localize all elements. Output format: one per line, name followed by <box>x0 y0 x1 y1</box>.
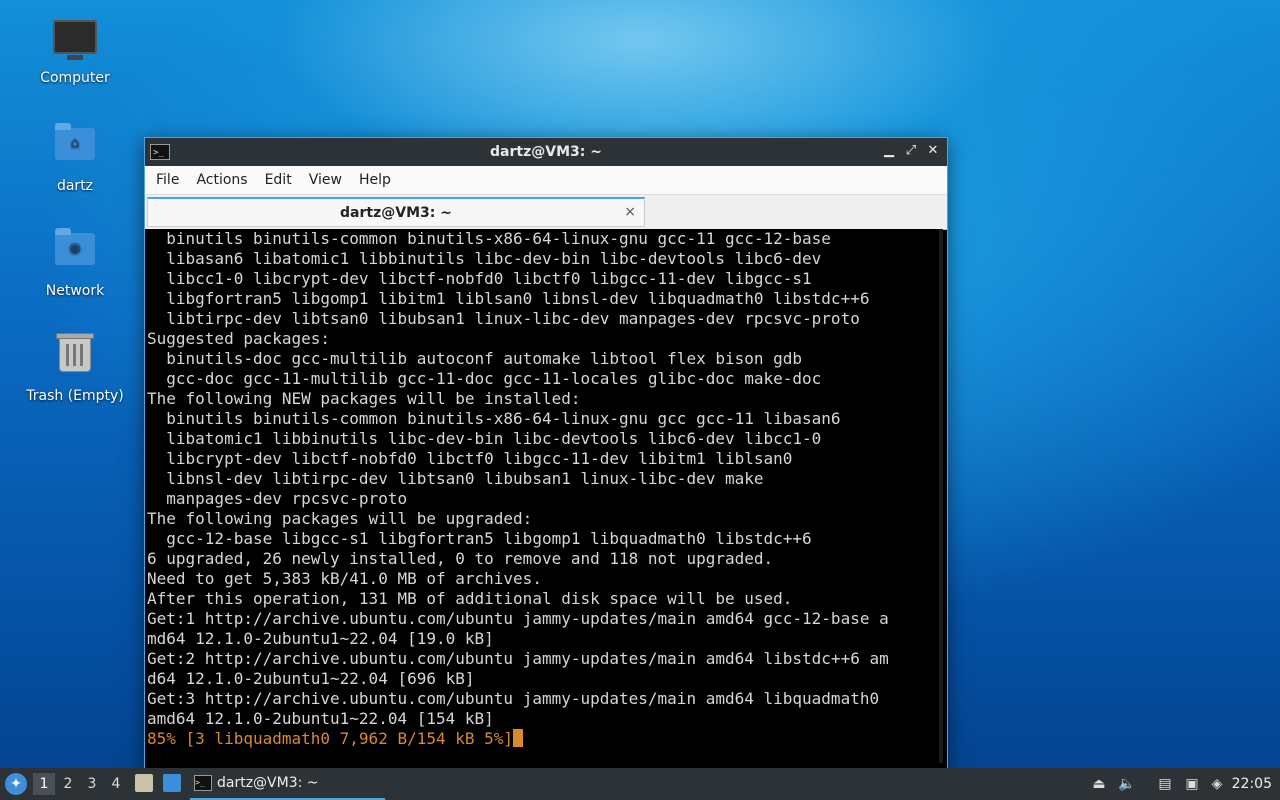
workspace-2[interactable]: 2 <box>57 773 79 795</box>
desktop-icon-label: Computer <box>40 70 110 86</box>
file-manager-icon[interactable] <box>135 774 153 792</box>
home-folder-icon: ⌂ <box>53 123 97 172</box>
workspace-4[interactable]: 4 <box>105 773 127 795</box>
tab-bar: dartz@VM3: ~ × <box>145 195 947 230</box>
terminal-app-icon[interactable]: >_ <box>150 144 170 160</box>
menu-help[interactable]: Help <box>352 172 398 188</box>
terminal-line: binutils binutils-common binutils-x86-64… <box>147 409 841 428</box>
desktop-icon-label: Trash (Empty) <box>26 388 124 404</box>
task-label: dartz@VM3: ~ <box>217 775 319 791</box>
text-cursor <box>513 729 524 747</box>
computer-icon <box>53 20 97 64</box>
desktop-icon-computer[interactable]: Computer <box>15 16 135 86</box>
terminal-line: Get:3 http://archive.ubuntu.com/ubuntu j… <box>147 689 880 708</box>
desktop-icon-home[interactable]: ⌂ dartz <box>15 120 135 194</box>
network-folder-icon: ◉ <box>53 228 97 277</box>
terminal-line: libasan6 libatomic1 libbinutils libc-dev… <box>147 249 822 268</box>
task-button-terminal[interactable]: >_ dartz@VM3: ~ <box>190 768 385 800</box>
terminal-line: The following NEW packages will be insta… <box>147 389 581 408</box>
terminal-line: gcc-doc gcc-11-multilib gcc-11-doc gcc-1… <box>147 369 822 388</box>
terminal-line: manpages-dev rpcsvc-proto <box>147 489 408 508</box>
volume-icon[interactable]: 🔈 <box>1118 775 1136 793</box>
terminal-line: 6 upgraded, 26 newly installed, 0 to rem… <box>147 549 774 568</box>
terminal-line: libatomic1 libbinutils libc-dev-bin libc… <box>147 429 822 448</box>
terminal-line: gcc-12-base libgcc-s1 libgfortran5 libgo… <box>147 529 812 548</box>
terminal-line: binutils binutils-common binutils-x86-64… <box>147 229 831 248</box>
clipboard-icon[interactable]: ▤ <box>1156 775 1174 793</box>
window-title: dartz@VM3: ~ <box>490 144 602 160</box>
terminal-line: Get:1 http://archive.ubuntu.com/ubuntu j… <box>147 609 889 628</box>
workspace-1[interactable]: 1 <box>33 773 55 795</box>
network-icon[interactable]: ▣ <box>1183 775 1201 793</box>
update-notifier-icon[interactable]: ◈ <box>1208 775 1226 793</box>
terminal-line: libcc1-0 libcrypt-dev libctf-nobfd0 libc… <box>147 269 812 288</box>
menu-actions[interactable]: Actions <box>189 172 254 188</box>
terminal-line: libtirpc-dev libtsan0 libubsan1 linux-li… <box>147 309 860 328</box>
terminal-line: md64 12.1.0-2ubuntu1~22.04 [19.0 kB] <box>147 629 494 648</box>
tab-terminal[interactable]: dartz@VM3: ~ × <box>147 197 645 227</box>
menu-view[interactable]: View <box>302 172 349 188</box>
maximize-icon[interactable]: ⤢ <box>903 143 919 159</box>
progress-text: 85% [3 libquadmath0 7,962 B/154 kB 5%] <box>147 729 514 748</box>
terminal-window[interactable]: >_ dartz@VM3: ~ ▁ ⤢ ✕ File Actions Edit … <box>144 137 948 769</box>
desktop-icon-network[interactable]: ◉ Network <box>15 225 135 299</box>
terminal-output[interactable]: binutils binutils-common binutils-x86-64… <box>145 229 943 763</box>
tab-close-icon[interactable]: × <box>624 204 636 220</box>
menu-file[interactable]: File <box>149 172 186 188</box>
terminal-line: After this operation, 131 MB of addition… <box>147 589 793 608</box>
show-desktop-icon[interactable] <box>163 774 181 792</box>
workspace-3[interactable]: 3 <box>81 773 103 795</box>
terminal-line: libcrypt-dev libctf-nobfd0 libctf0 libgc… <box>147 449 793 468</box>
terminal-line: The following packages will be upgraded: <box>147 509 533 528</box>
close-icon[interactable]: ✕ <box>925 143 941 159</box>
menu-bar: File Actions Edit View Help <box>145 166 947 195</box>
menu-edit[interactable]: Edit <box>258 172 299 188</box>
terminal-line: libnsl-dev libtirpc-dev libtsan0 libubsa… <box>147 469 764 488</box>
terminal-line: libgfortran5 libgomp1 libitm1 liblsan0 l… <box>147 289 870 308</box>
eject-icon[interactable]: ⏏ <box>1090 775 1108 793</box>
minimize-icon[interactable]: ▁ <box>881 143 897 159</box>
desktop-icon-label: Network <box>45 283 105 299</box>
trash-icon <box>53 333 97 382</box>
taskbar: ✦ 1 2 3 4 >_ dartz@VM3: ~ ⏏ 🔈 ▤ ▣ ◈ 22:0… <box>0 768 1280 800</box>
terminal-line: Suggested packages: <box>147 329 331 348</box>
progress-line: 85% [3 libquadmath0 7,962 B/154 kB 5%] <box>147 729 939 749</box>
window-titlebar[interactable]: >_ dartz@VM3: ~ ▁ ⤢ ✕ <box>145 138 947 166</box>
terminal-line: Get:2 http://archive.ubuntu.com/ubuntu j… <box>147 649 889 668</box>
desktop-icon-label: dartz <box>56 178 94 194</box>
terminal-line: binutils-doc gcc-multilib autoconf autom… <box>147 349 803 368</box>
terminal-line: d64 12.1.0-2ubuntu1~22.04 [696 kB] <box>147 669 475 688</box>
terminal-line: Need to get 5,383 kB/41.0 MB of archives… <box>147 569 542 588</box>
desktop-icon-trash[interactable]: Trash (Empty) <box>15 330 135 404</box>
terminal-line: amd64 12.1.0-2ubuntu1~22.04 [154 kB] <box>147 709 494 728</box>
clock[interactable]: 22:05 <box>1232 776 1272 792</box>
tab-label: dartz@VM3: ~ <box>340 205 452 221</box>
start-menu-icon[interactable]: ✦ <box>5 773 27 795</box>
terminal-task-icon: >_ <box>194 775 212 791</box>
